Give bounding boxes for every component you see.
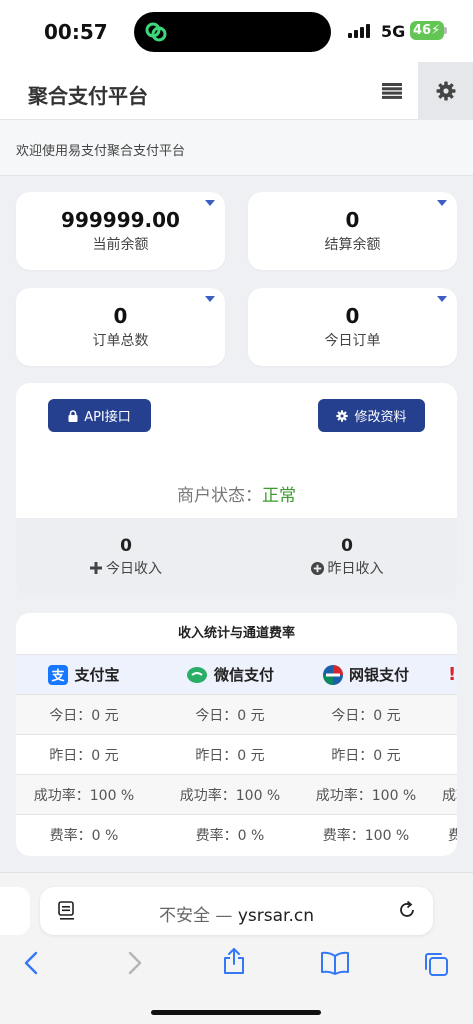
- signal-icon: [348, 24, 374, 38]
- wechat-icon: [186, 666, 207, 683]
- reload-icon[interactable]: [397, 900, 417, 920]
- bookmarks-icon[interactable]: [320, 951, 350, 975]
- alipay-icon: 支: [48, 664, 69, 685]
- caret-down-icon[interactable]: [205, 296, 215, 302]
- address-bar[interactable]: 不安全 — ysrsar.cn: [40, 887, 433, 935]
- api-button-label: API接口: [84, 410, 131, 425]
- channel-name: 微信支付: [213, 666, 274, 684]
- edit-profile-button[interactable]: 修改资料: [318, 399, 425, 432]
- unionpay-icon: [322, 664, 343, 685]
- table-cell: 昨日：0 元: [195, 747, 265, 764]
- table-cell: 今日：0 元: [49, 707, 119, 724]
- table-cell: 成功率：100 %: [179, 787, 281, 804]
- channel-name: 支付宝: [74, 666, 120, 684]
- orders-today-card[interactable]: 0 今日订单: [248, 288, 457, 366]
- channel-wechat: 微信支付: [162, 655, 298, 694]
- back-icon[interactable]: [22, 951, 42, 975]
- overflow-alert-icon: !: [448, 664, 457, 685]
- balance-card[interactable]: 999999.00 当前余额: [16, 192, 225, 270]
- plus-circle-icon: [310, 561, 324, 575]
- table-cell: 成功率：100 %: [315, 787, 417, 804]
- yesterday-income: 0 昨日收入: [237, 536, 457, 578]
- channel-name: 网银支付: [348, 666, 409, 684]
- table-cell: 昨日：0 元: [331, 747, 401, 764]
- merchant-panel: API接口 修改资料 商户状态：正常 0 今日收入 0 昨日收入: [16, 383, 457, 596]
- app-header: 聚合支付平台: [0, 62, 473, 120]
- card-value: 999999.00: [61, 208, 180, 232]
- settings-button[interactable]: [418, 62, 473, 120]
- channel-unionpay: 网银支付: [298, 655, 434, 694]
- today-income-label: 今日收入: [106, 561, 162, 577]
- brand-title[interactable]: 聚合支付平台: [28, 80, 148, 109]
- url-text: 不安全 — ysrsar.cn: [40, 901, 433, 926]
- link-icon: [145, 22, 167, 42]
- table-row: 今日：0 元 今日：0 元 今日：0 元: [16, 695, 457, 735]
- card-label: 订单总数: [92, 333, 149, 349]
- table-row: 昨日：0 元 昨日：0 元 昨日：0 元: [16, 735, 457, 775]
- card-label: 今日订单: [324, 333, 381, 349]
- previous-tab[interactable]: [0, 887, 30, 935]
- status-value: 正常: [262, 486, 296, 506]
- edit-profile-label: 修改资料: [354, 410, 407, 425]
- dynamic-island: [134, 12, 331, 52]
- card-label: 结算余额: [324, 237, 381, 253]
- card-value: 0: [113, 304, 128, 328]
- lock-icon: [68, 409, 78, 422]
- gear-icon: [436, 81, 455, 101]
- table-row: 费率：0 % 费率：0 % 费率：100 % 费: [16, 815, 457, 855]
- gear-icon: [336, 409, 349, 422]
- settlement-card[interactable]: 0 结算余额: [248, 192, 457, 270]
- table-cell: 成功: [442, 787, 457, 804]
- merchant-status: 商户状态：正常: [16, 481, 457, 506]
- table-cell: 今日：0 元: [331, 707, 401, 724]
- today-income: 0 今日收入: [16, 536, 236, 578]
- card-value: 0: [345, 304, 360, 328]
- income-summary: 0 今日收入 0 昨日收入: [16, 518, 457, 596]
- yesterday-income-label: 昨日收入: [327, 561, 384, 577]
- share-icon[interactable]: [222, 947, 246, 975]
- status-bar: 00:57 5G 46⚡: [0, 0, 473, 62]
- welcome-bar: 欢迎使用易支付聚合支付平台: [0, 120, 473, 176]
- caret-down-icon[interactable]: [437, 200, 447, 206]
- browser-chrome: 不安全 — ysrsar.cn: [0, 872, 473, 1024]
- insecure-label: 不安全 —: [159, 906, 238, 926]
- url-domain: ysrsar.cn: [237, 906, 314, 926]
- table-cell: 费率：0 %: [49, 828, 119, 844]
- table-cell: 昨日：0 元: [49, 747, 119, 764]
- status-label: 商户状态：: [177, 486, 262, 506]
- table-row: 成功率：100 % 成功率：100 % 成功率：100 % 成功: [16, 775, 457, 815]
- table-cell: 费率：100 %: [322, 828, 410, 844]
- table-cell: 费率：0 %: [195, 828, 265, 844]
- tabs-icon[interactable]: [423, 951, 449, 977]
- forward-icon[interactable]: [124, 951, 144, 975]
- caret-down-icon[interactable]: [437, 296, 447, 302]
- home-indicator: [151, 1010, 321, 1015]
- network-type: 5G: [381, 22, 406, 41]
- clock: 00:57: [44, 20, 108, 44]
- channel-alipay: 支 支付宝: [16, 655, 152, 694]
- menu-button[interactable]: [368, 62, 416, 120]
- plus-icon: [90, 562, 102, 574]
- api-button[interactable]: API接口: [48, 399, 151, 432]
- rates-table: 收入统计与通道费率 支 支付宝 微信支付 网银支付 ! 今日：0 元 今日：0 …: [16, 613, 457, 856]
- caret-down-icon[interactable]: [205, 200, 215, 206]
- yesterday-income-value: 0: [341, 536, 353, 556]
- today-income-value: 0: [120, 536, 132, 556]
- table-cell: 成功率：100 %: [33, 787, 135, 804]
- table-cell: 费: [448, 828, 457, 844]
- svg-text:支: 支: [51, 668, 66, 684]
- orders-total-card[interactable]: 0 订单总数: [16, 288, 225, 366]
- rates-title: 收入统计与通道费率: [16, 613, 457, 655]
- table-header-row: 支 支付宝 微信支付 网银支付 !: [16, 655, 457, 695]
- table-cell: 今日：0 元: [195, 707, 265, 724]
- welcome-text: 欢迎使用易支付聚合支付平台: [16, 144, 186, 159]
- list-icon: [382, 83, 402, 99]
- battery-icon: 46⚡: [410, 21, 444, 40]
- card-value: 0: [345, 208, 360, 232]
- battery-level: 46: [413, 23, 432, 38]
- card-label: 当前余额: [92, 237, 149, 253]
